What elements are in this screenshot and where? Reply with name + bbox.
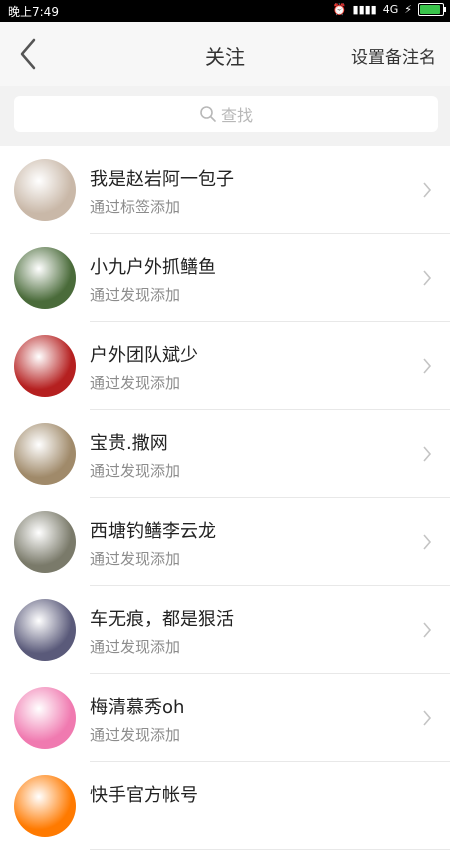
chevron-right-icon	[423, 534, 432, 550]
user-name: 车无痕，都是狠活	[90, 609, 234, 630]
chevron-right-icon	[423, 270, 432, 286]
list-item[interactable]: 车无痕，都是狠活 通过发现添加	[0, 586, 450, 674]
follow-source: 通过发现添加	[90, 462, 181, 480]
search-icon	[200, 106, 216, 122]
avatar[interactable]	[14, 335, 76, 397]
list-item[interactable]: 梅清慕秀oh 通过发现添加	[0, 674, 450, 762]
charging-icon: ⚡	[404, 3, 412, 16]
list-item[interactable]: 户外团队斌少 通过发现添加	[0, 322, 450, 410]
user-name: 宝贵.撒网	[90, 433, 168, 454]
avatar[interactable]	[14, 599, 76, 661]
list-item[interactable]: 小九户外抓鳝鱼 通过发现添加	[0, 234, 450, 322]
signal-icon: ▮▮▮▮	[352, 3, 377, 16]
user-name: 我是赵岩阿一包子	[90, 169, 234, 190]
status-icons: ⏰ ▮▮▮▮ 4G ⚡	[332, 3, 446, 16]
list-item[interactable]: 西塘钓鳝李云龙 通过发现添加	[0, 498, 450, 586]
follow-source: 通过标签添加	[90, 198, 181, 216]
avatar[interactable]	[14, 159, 76, 221]
follow-list: 我是赵岩阿一包子 通过标签添加 小九户外抓鳝鱼 通过发现添加 户外团队斌少 通过发现添加宝…	[0, 146, 450, 850]
avatar[interactable]	[14, 775, 76, 837]
header: 关注 设置备注名	[0, 22, 450, 86]
follow-source: 通过发现添加	[90, 726, 181, 744]
battery-level	[420, 5, 440, 14]
avatar[interactable]	[14, 423, 76, 485]
follow-source: 通过发现添加	[90, 638, 181, 656]
avatar[interactable]	[14, 687, 76, 749]
avatar[interactable]	[14, 247, 76, 309]
status-time: 晚上7:49	[8, 5, 59, 19]
user-name: 小九户外抓鳝鱼	[90, 257, 216, 278]
list-item[interactable]: 宝贵.撒网通过发现添加	[0, 410, 450, 498]
chevron-right-icon	[423, 182, 432, 198]
follow-source: 通过发现添加	[90, 374, 181, 392]
follow-source: 通过发现添加	[90, 550, 181, 568]
network-type: 4G	[382, 3, 399, 16]
status-bar: 晚上7:49 ⏰ ▮▮▮▮ 4G ⚡	[0, 0, 450, 22]
search-input[interactable]: 查找	[14, 96, 438, 132]
user-name: 快手官方帐号	[90, 785, 198, 806]
user-name: 梅清慕秀oh	[90, 697, 185, 718]
chevron-right-icon	[423, 446, 432, 462]
search-placeholder: 查找	[220, 106, 253, 125]
user-name: 西塘钓鳝李云龙	[90, 521, 216, 542]
battery-icon	[418, 3, 446, 16]
search-area: 查找	[0, 86, 450, 146]
list-item[interactable]: 我是赵岩阿一包子 通过标签添加	[0, 146, 450, 234]
chevron-right-icon	[423, 358, 432, 374]
alarm-icon: ⏰	[332, 3, 347, 16]
follow-source: 通过发现添加	[90, 286, 181, 304]
list-item[interactable]: 快手官方帐号	[0, 762, 450, 850]
user-name: 户外团队斌少	[90, 345, 198, 366]
chevron-right-icon	[423, 622, 432, 638]
avatar[interactable]	[14, 511, 76, 573]
chevron-right-icon	[423, 710, 432, 726]
set-remark-name-button[interactable]: 设置备注名	[351, 43, 436, 68]
